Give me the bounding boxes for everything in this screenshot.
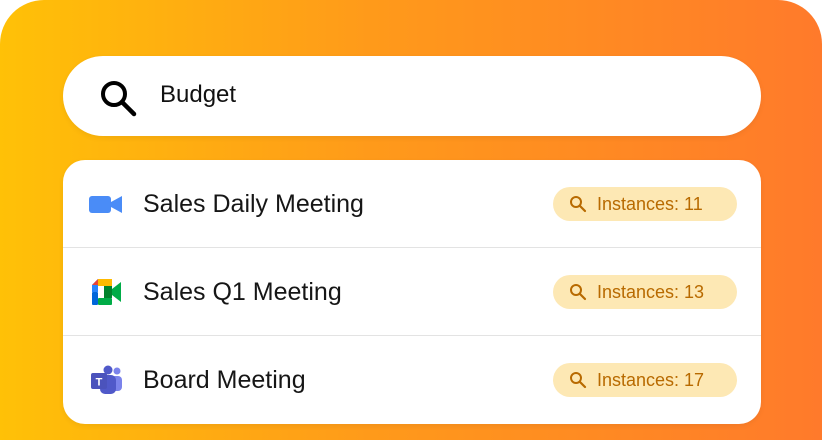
badge-label: Instances: 17 (597, 370, 705, 390)
svg-text:T: T (96, 377, 103, 389)
gradient-background: Budget Sales Daily Meeting Instances: 11 (0, 0, 822, 440)
instances-badge: Instances: 13 (553, 275, 737, 309)
microsoft-teams-icon: T (91, 365, 122, 394)
list-item-board-meeting[interactable]: T Board Meeting Instances: 17 (63, 336, 761, 424)
search-icon (570, 196, 587, 213)
meeting-title: Sales Q1 Meeting (143, 278, 342, 306)
list-item-sales-q1-meeting[interactable]: Sales Q1 Meeting Instances: 13 (63, 248, 761, 336)
search-icon (570, 284, 587, 301)
search-icon (101, 81, 137, 117)
instances-badge: Instances: 11 (553, 187, 737, 221)
zoom-video-icon (89, 196, 122, 213)
instances-badge: Instances: 17 (553, 363, 737, 397)
meeting-title: Sales Daily Meeting (143, 190, 364, 218)
badge-label: Instances: 13 (597, 282, 705, 302)
results-list: Sales Daily Meeting Instances: 11 Sales … (63, 160, 761, 424)
search-icon (570, 372, 587, 389)
google-meet-icon (92, 279, 121, 305)
search-input[interactable]: Budget (160, 80, 236, 110)
meeting-title: Board Meeting (143, 366, 306, 394)
list-item-sales-daily-meeting[interactable]: Sales Daily Meeting Instances: 11 (63, 160, 761, 248)
badge-label: Instances: 11 (597, 194, 703, 214)
